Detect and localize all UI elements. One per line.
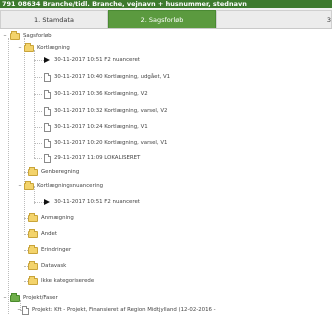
document-icon [44,138,51,148]
document-icon [44,106,51,116]
tree-node-folder[interactable]: Anmægning [28,212,74,224]
tree-node-label: Kortlægning [37,45,70,51]
tree-node-folder[interactable]: Erindringer [28,244,71,256]
tree-node-folder[interactable]: Ikke kategoriserede [28,275,94,287]
tree-node-folder[interactable]: Datavask [28,260,66,272]
collapse-icon[interactable]: – [18,180,22,192]
folder-icon [28,244,38,254]
collapse-icon[interactable]: – [3,30,7,42]
tree-node-label: Sagsforløb [23,33,52,39]
tree-connector [8,38,9,314]
tree-connector [34,143,42,144]
tree-connector [34,94,42,95]
tree-node-label: Genberegning [41,169,80,175]
tree-item-label: 30-11-2017 10:24 Kortlægning, V1 [54,124,148,130]
tree-connector [24,38,25,232]
play-icon [44,199,50,205]
tree-item-document[interactable]: 29-11-2017 11:09 LOKALISERET [44,152,140,164]
tree-connector [34,111,42,112]
tree-node-label: Kortlægningsnuancering [37,183,104,189]
folder-icon [28,275,38,285]
tab-stamdata[interactable]: 1. Stamdata [0,10,108,28]
tree-connector [34,127,42,128]
tab-sagsforlob[interactable]: 2. Sagsforløb [108,10,216,28]
tree-node-label: Projekt/Faser [23,295,58,301]
tree-item-label: 30-11-2017 10:40 Kortlægning, udgået, V1 [54,74,171,80]
tree-node-label: Erindringer [41,247,72,253]
document-icon [44,153,51,163]
document-icon [22,305,29,315]
tree-item-label: Projekt: Kft - Projekt, Finansieret af R… [32,307,216,313]
tree-item-document[interactable]: 30-11-2017 10:20 Kortlægning, varsel, V1 [44,137,167,149]
tree-item-current[interactable]: 30-11-2017 10:51 F2 nuanceret [44,54,140,66]
tree-item-document[interactable]: 30-11-2017 10:24 Kortlægning, V1 [44,121,148,133]
tree-node-label: Andet [41,231,57,237]
folder-icon [28,166,38,176]
tree-item-label: 30-11-2017 10:51 F2 nuanceret [54,199,140,205]
tree-node-genberegning[interactable]: Genberegning [28,166,79,178]
tree-connector [34,202,44,203]
tab-3[interactable]: 3 [216,10,332,28]
tree-item-label: 30-11-2017 10:51 F2 nuanceret [54,57,140,63]
tree-item-document[interactable]: 30-11-2017 10:40 Kortlægning, udgået, V1 [44,71,170,83]
case-tree: – Sagsforløb – Kortlægning 30-11-2017 10… [0,30,332,317]
tree-node-projekt-faser[interactable]: – Projekt/Faser [4,292,58,304]
tree-node-label: Datavask [41,263,67,269]
tree-item-document[interactable]: 30-11-2017 10:32 Kortlægning, varsel, V2 [44,105,167,117]
tree-connector [34,50,35,158]
tree-node-folder[interactable]: Andet [28,228,57,240]
tree-item-label: 30-11-2017 10:20 Kortlægning, varsel, V1 [54,140,168,146]
collapse-icon[interactable]: – [18,42,22,54]
folder-icon [28,260,38,270]
tab-bar: 1. Stamdata 2. Sagsforløb 3 [0,8,332,29]
tree-connector [34,158,42,159]
collapse-icon[interactable]: – [17,304,21,316]
tree-node-label: Ikke kategoriserede [41,278,95,284]
tree-connector [34,77,42,78]
play-icon [44,57,50,63]
tree-item-label: 30-11-2017 10:36 Kortlægning, V2 [54,91,148,97]
collapse-icon[interactable]: – [3,292,7,304]
document-icon [44,122,51,132]
tree-node-label: Anmægning [41,215,74,221]
tree-item-current[interactable]: 30-11-2017 10:51 F2 nuanceret [44,196,140,208]
tree-item-document[interactable]: 30-11-2017 10:36 Kortlægning, V2 [44,88,148,100]
tree-node-kortlaegning[interactable]: – Kortlægning [19,42,70,54]
tree-connector [34,60,44,61]
tree-node-kortlaegningsnuancering[interactable]: – Kortlægningsnuancering [19,180,104,192]
folder-icon [28,228,38,238]
folder-icon [28,212,38,222]
document-icon [44,72,51,82]
document-icon [44,89,51,99]
tree-item-project[interactable]: – Projekt: Kft - Projekt, Finansieret af… [18,304,216,316]
folder-icon [10,30,20,40]
folder-icon [24,180,34,190]
tree-node-sagsforlob[interactable]: – Sagsforløb [4,30,52,42]
tree-item-label: 29-11-2017 11:09 LOKALISERET [54,155,141,161]
folder-icon [24,42,34,52]
folder-icon [10,292,20,302]
case-title-bar: 791 08634 Branche/tidl. Branche, vejnavn… [0,0,332,8]
tree-item-label: 30-11-2017 10:32 Kortlægning, varsel, V2 [54,108,168,114]
